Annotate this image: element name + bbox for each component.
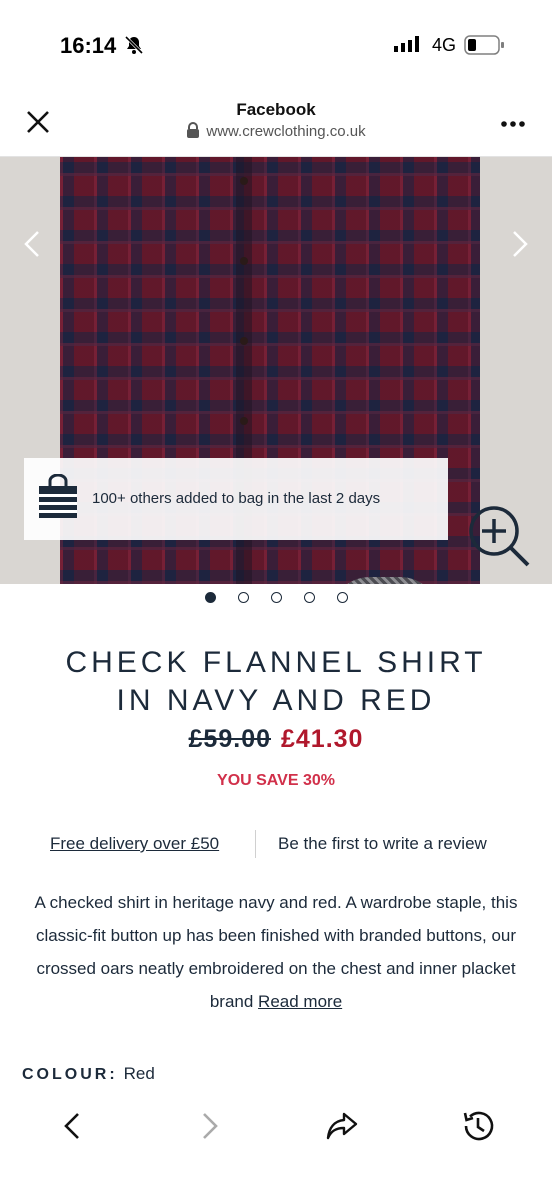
- browser-url-row[interactable]: www.crewclothing.co.uk: [0, 122, 552, 142]
- carousel-dot[interactable]: [237, 592, 249, 603]
- signal-icon: [394, 36, 420, 57]
- bell-slash-icon: [124, 35, 144, 60]
- shirt-button: [240, 257, 248, 265]
- info-links: Free delivery over £50 Be the first to w…: [0, 830, 552, 860]
- more-icon[interactable]: [500, 116, 526, 127]
- carousel-dot[interactable]: [303, 592, 315, 603]
- network-type: 4G: [432, 35, 457, 55]
- carousel-dot[interactable]: [204, 592, 216, 603]
- sale-price: £41.30: [281, 725, 364, 753]
- back-icon[interactable]: [56, 1108, 92, 1144]
- lock-icon: [186, 122, 200, 142]
- shirt-button: [240, 417, 248, 425]
- carousel-dot[interactable]: [270, 592, 282, 603]
- divider: [255, 830, 256, 858]
- read-more-link[interactable]: Read more: [258, 992, 342, 1011]
- product-title-line2: IN NAVY AND RED: [116, 684, 436, 717]
- social-proof-text: 100+ others added to bag in the last 2 d…: [92, 490, 381, 507]
- browser-header: Facebook www.crewclothing.co.uk: [0, 90, 552, 157]
- colour-value: Red: [123, 1064, 155, 1083]
- chevron-left-icon[interactable]: [18, 229, 48, 259]
- carousel-dot[interactable]: [336, 592, 348, 603]
- browser-url: www.crewclothing.co.uk: [206, 123, 366, 140]
- social-proof-banner: 100+ others added to bag in the last 2 d…: [24, 458, 448, 540]
- browser-title: Facebook: [236, 100, 316, 119]
- shopping-bag-icon: [38, 473, 78, 525]
- free-delivery-link[interactable]: Free delivery over £50: [50, 834, 219, 854]
- colour-selector: COLOUR: Red: [22, 1064, 155, 1084]
- write-review-link[interactable]: Be the first to write a review: [278, 834, 487, 854]
- status-time: 16:14: [60, 33, 117, 58]
- product-image[interactable]: 100+ others added to bag in the last 2 d…: [0, 157, 552, 584]
- status-bar: 16:14 4G: [0, 0, 552, 90]
- carousel-dots: [0, 592, 552, 603]
- share-icon[interactable]: [324, 1108, 360, 1144]
- product-title: CHECK FLANNEL SHIRT IN NAVY AND RED: [0, 644, 552, 720]
- product-title-line1: CHECK FLANNEL SHIRT: [65, 646, 487, 679]
- price-row: £59.00 £41.30: [0, 725, 552, 754]
- shirt-button: [240, 177, 248, 185]
- saving-text: YOU SAVE 30%: [217, 772, 335, 789]
- zoom-in-icon[interactable]: [466, 503, 532, 569]
- chevron-right-icon[interactable]: [504, 229, 534, 259]
- history-icon[interactable]: [460, 1108, 496, 1144]
- shirt-button: [240, 337, 248, 345]
- browser-toolbar: [0, 1098, 552, 1158]
- colour-label: COLOUR:: [22, 1066, 118, 1083]
- battery-icon: [464, 35, 506, 60]
- product-description: A checked shirt in heritage navy and red…: [24, 886, 528, 1018]
- old-price: £59.00: [188, 725, 271, 753]
- forward-icon[interactable]: [192, 1108, 228, 1144]
